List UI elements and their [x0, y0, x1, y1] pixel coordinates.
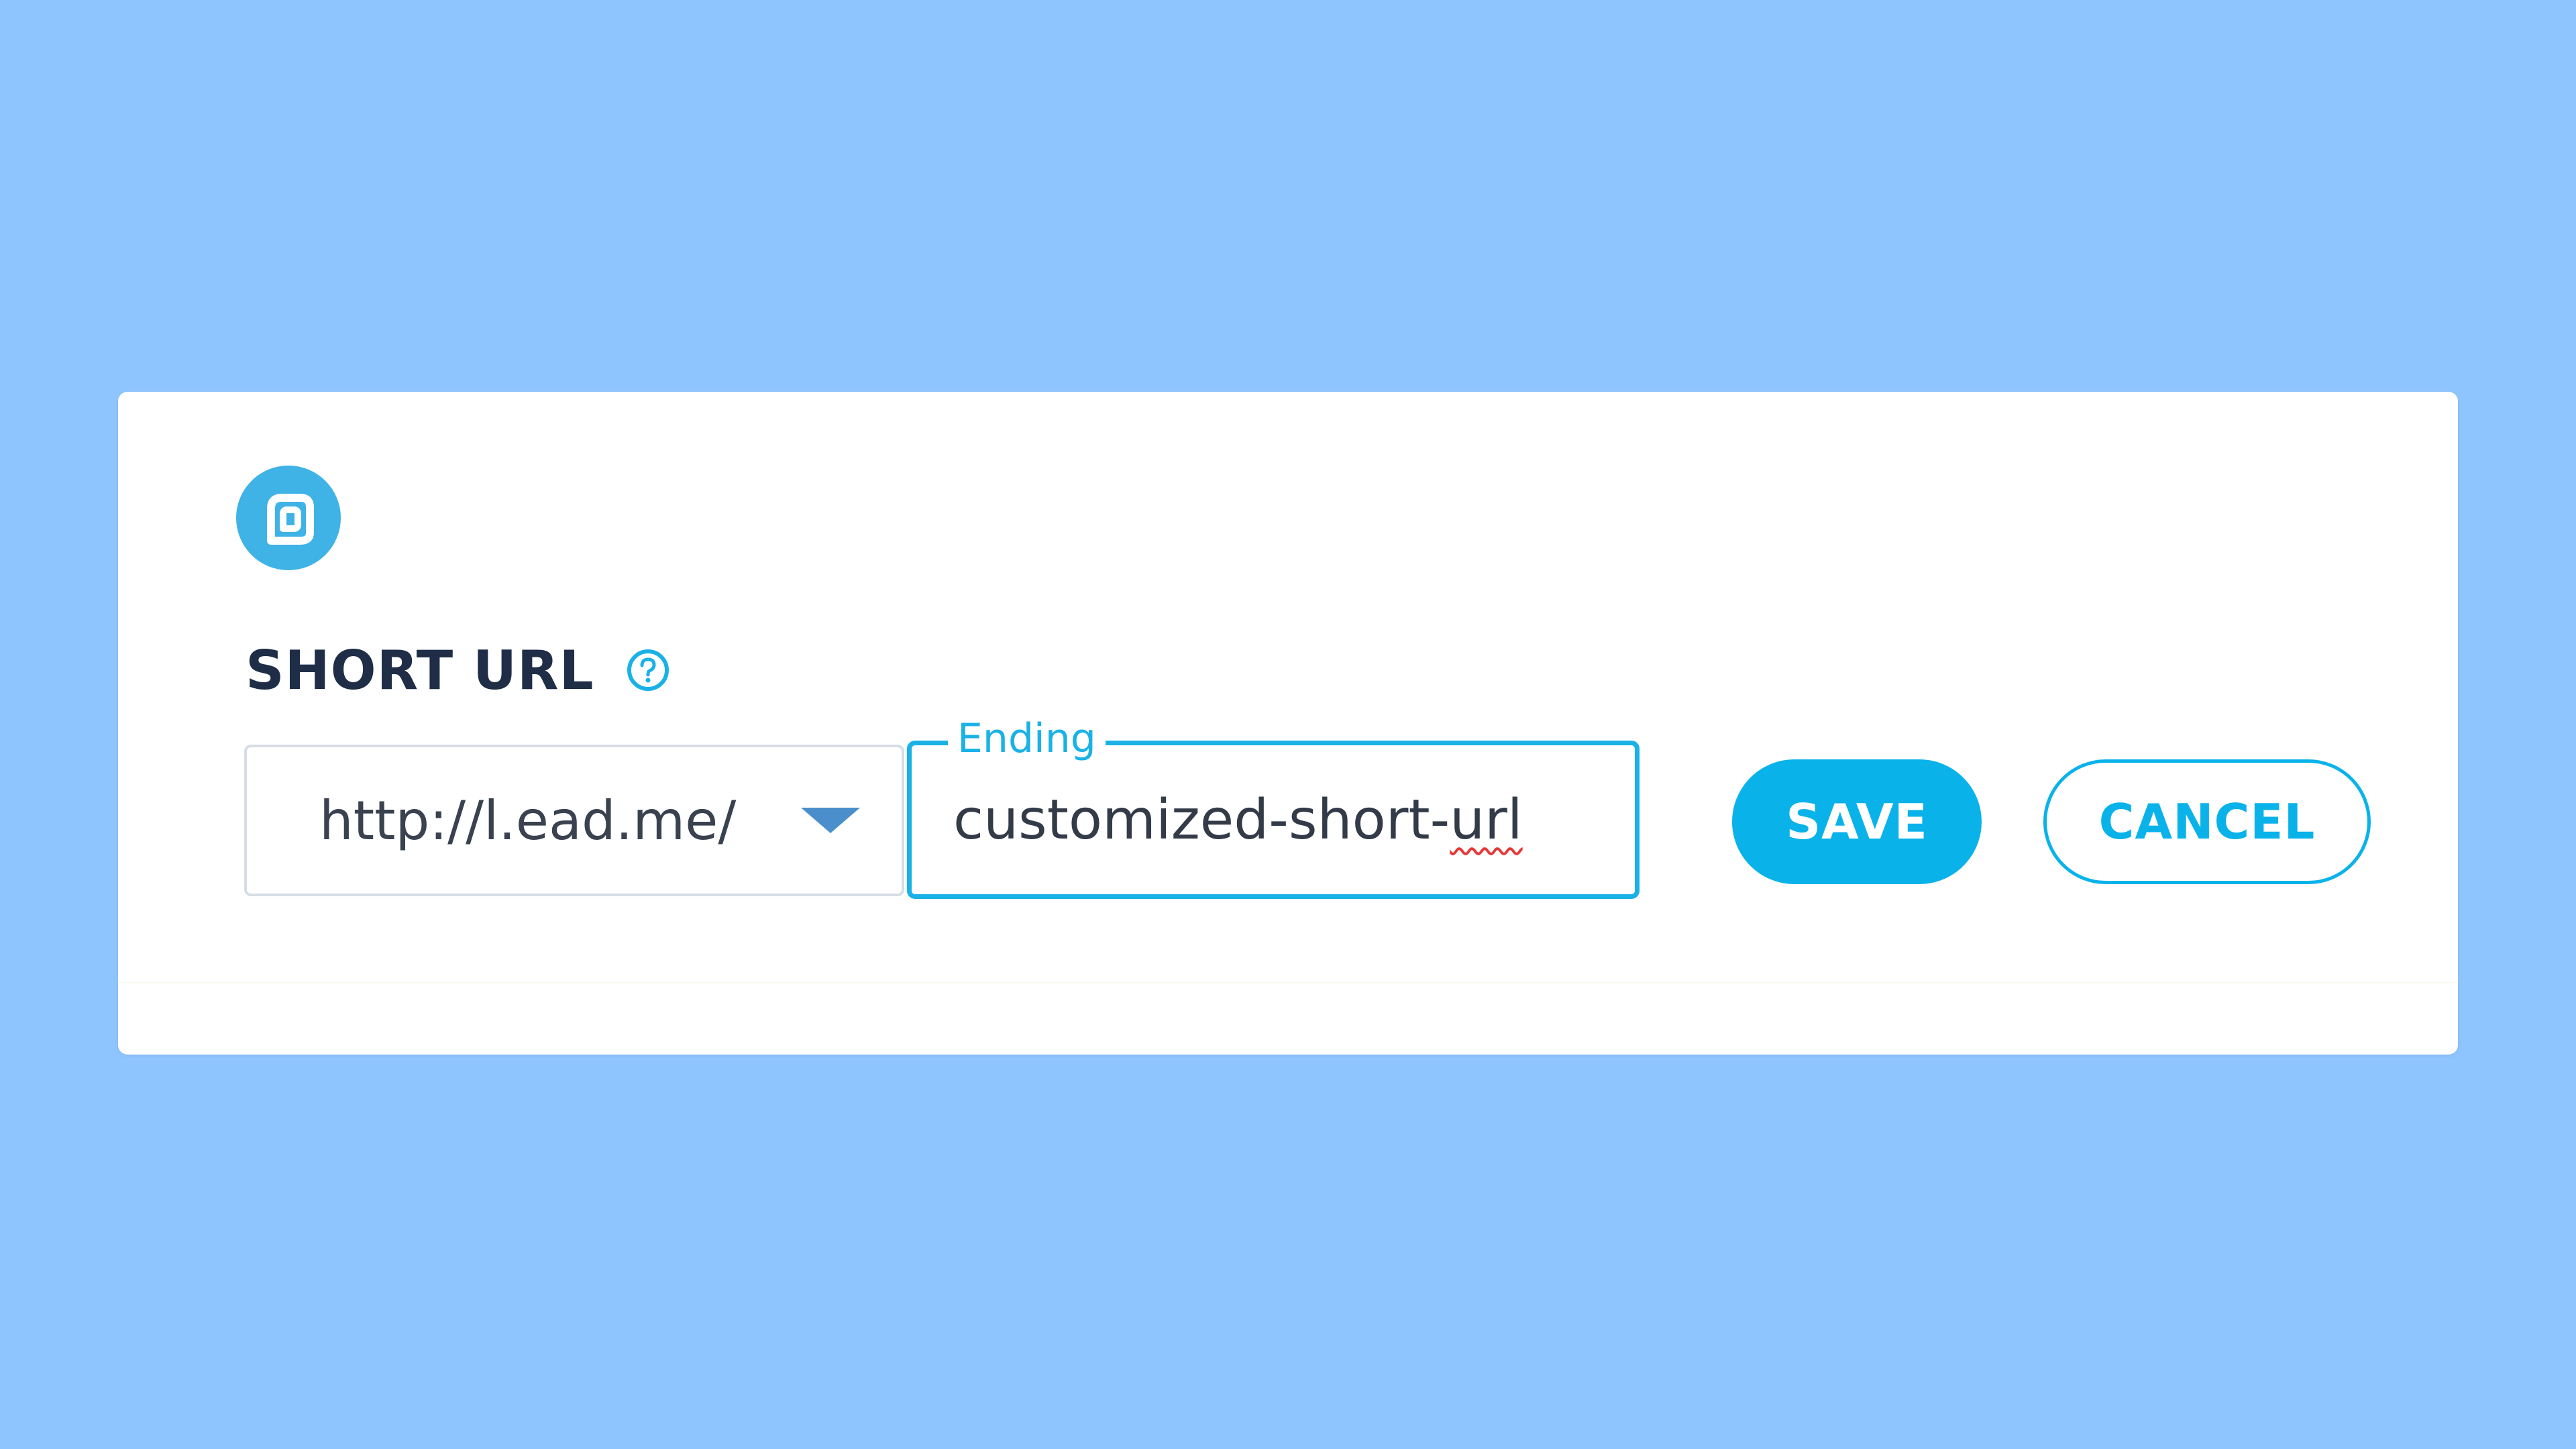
spellcheck-underlined-word: url — [1450, 788, 1523, 852]
caret-down-icon[interactable] — [801, 808, 860, 833]
question-circle-icon[interactable] — [625, 647, 671, 693]
section-header: SHORT URL — [246, 633, 671, 707]
domain-select-value: http://l.ead.me/ — [319, 789, 737, 852]
card-divider — [118, 982, 2458, 983]
domain-select[interactable]: http://l.ead.me/ — [244, 745, 904, 896]
section-title: SHORT URL — [246, 639, 594, 702]
lead-logo-icon — [236, 466, 341, 570]
save-button[interactable]: SAVE — [1732, 759, 1982, 884]
short-url-card: SHORT URL http://l.ead.me/ Ending custom… — [118, 392, 2458, 1055]
ending-input-text: customized-short- — [953, 788, 1450, 852]
ending-input[interactable]: customized-short-url — [953, 788, 1523, 852]
lead-logo-glyph — [267, 494, 314, 545]
ending-field[interactable]: Ending customized-short-url — [907, 712, 1640, 899]
cancel-button[interactable]: CANCEL — [2043, 759, 2371, 884]
ending-field-label: Ending — [948, 712, 1106, 765]
